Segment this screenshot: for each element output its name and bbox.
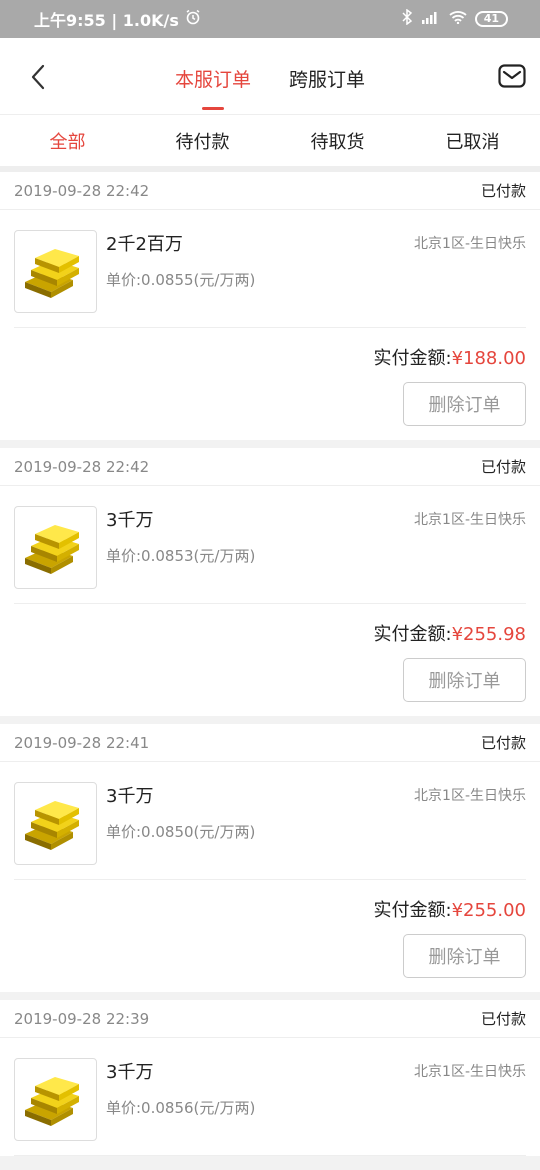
item-unit-price: 单价:0.0856(元/万两) xyxy=(106,1099,256,1117)
order-type-tabs: 本服订单 跨服订单 xyxy=(0,38,540,115)
order-status: 已付款 xyxy=(480,182,526,200)
mail-button[interactable] xyxy=(498,64,526,88)
back-button[interactable] xyxy=(26,62,50,92)
gold-bars-icon xyxy=(24,800,79,850)
delete-order-button[interactable]: 删除订单 xyxy=(403,382,526,426)
order-list: 2019-09-28 22:42 已付款 2千2百万 单价:0.0855(元/万… xyxy=(0,172,540,1156)
order-footer: 实付金额:¥255.00 删除订单 xyxy=(0,880,540,992)
item-thumbnail xyxy=(14,230,97,313)
order-time: 2019-09-28 22:42 xyxy=(14,457,150,476)
order-time: 2019-09-28 22:42 xyxy=(14,181,150,200)
order-total: 实付金额:¥255.98 xyxy=(373,620,526,646)
delete-order-button[interactable]: 删除订单 xyxy=(403,658,526,702)
order-status: 已付款 xyxy=(480,734,526,752)
order-item: 2千2百万 单价:0.0855(元/万两) 北京1区-生日快乐 xyxy=(14,210,526,328)
order-card[interactable]: 2019-09-28 22:42 已付款 2千2百万 单价:0.0855(元/万… xyxy=(0,172,540,440)
order-time: 2019-09-28 22:39 xyxy=(14,1009,150,1028)
item-server: 北京1区-生日快乐 xyxy=(414,1064,526,1080)
status-bar: 上午9:55 | 1.0K/s 41 xyxy=(0,0,540,38)
filter-tab-pending-payment[interactable]: 待付款 xyxy=(135,115,270,166)
top-navbar: 本服订单 跨服订单 xyxy=(0,38,540,115)
order-footer: 实付金额:¥188.00 删除订单 xyxy=(0,328,540,440)
filter-tab-pending-pickup[interactable]: 待取货 xyxy=(270,115,405,166)
delete-order-button[interactable]: 删除订单 xyxy=(403,934,526,978)
order-header: 2019-09-28 22:42 已付款 xyxy=(0,448,540,486)
order-total: 实付金额:¥255.00 xyxy=(373,896,526,922)
battery-indicator: 41 xyxy=(474,11,508,27)
tab-cross-server-orders[interactable]: 跨服订单 xyxy=(289,38,365,115)
order-card[interactable]: 2019-09-28 22:42 已付款 3千万 单价:0.0853(元/万两) xyxy=(0,448,540,716)
item-server: 北京1区-生日快乐 xyxy=(414,512,526,528)
item-unit-price: 单价:0.0850(元/万两) xyxy=(106,823,256,841)
signal-icon xyxy=(421,10,441,28)
filter-tab-cancelled[interactable]: 已取消 xyxy=(405,115,540,166)
item-name: 3千万 xyxy=(106,786,154,807)
total-amount: ¥255.98 xyxy=(451,624,526,645)
gold-bars-icon xyxy=(24,1076,79,1126)
status-filter-tabs: 全部 待付款 待取货 已取消 xyxy=(0,115,540,172)
order-card[interactable]: 2019-09-28 22:39 已付款 3千万 单价:0.0856(元/万两) xyxy=(0,1000,540,1156)
order-time: 2019-09-28 22:41 xyxy=(14,733,150,752)
chevron-left-icon xyxy=(31,64,45,90)
bluetooth-icon xyxy=(401,8,413,29)
total-amount: ¥255.00 xyxy=(451,900,526,921)
gold-bars-icon xyxy=(24,248,79,298)
alarm-icon xyxy=(185,9,201,29)
order-header: 2019-09-28 22:39 已付款 xyxy=(0,1000,540,1038)
status-time-speed: 上午9:55 | 1.0K/s xyxy=(34,11,179,30)
total-amount: ¥188.00 xyxy=(451,348,526,369)
item-name: 3千万 xyxy=(106,1062,154,1083)
order-status: 已付款 xyxy=(480,458,526,476)
item-server: 北京1区-生日快乐 xyxy=(414,788,526,804)
total-label: 实付金额: xyxy=(373,900,452,921)
order-item: 3千万 单价:0.0856(元/万两) 北京1区-生日快乐 xyxy=(14,1038,526,1156)
item-server: 北京1区-生日快乐 xyxy=(414,236,526,252)
total-label: 实付金额: xyxy=(373,624,452,645)
total-label: 实付金额: xyxy=(373,348,452,369)
item-unit-price: 单价:0.0855(元/万两) xyxy=(106,271,256,289)
order-item: 3千万 单价:0.0853(元/万两) 北京1区-生日快乐 xyxy=(14,486,526,604)
tab-local-server-orders[interactable]: 本服订单 xyxy=(175,38,251,115)
order-total: 实付金额:¥188.00 xyxy=(373,344,526,370)
item-unit-price: 单价:0.0853(元/万两) xyxy=(106,547,256,565)
item-thumbnail xyxy=(14,506,97,589)
wifi-icon xyxy=(449,10,467,28)
order-status: 已付款 xyxy=(480,1010,526,1028)
mail-icon xyxy=(498,64,526,88)
order-header: 2019-09-28 22:41 已付款 xyxy=(0,724,540,762)
order-footer: 实付金额:¥255.98 删除订单 xyxy=(0,604,540,716)
gold-bars-icon xyxy=(24,524,79,574)
order-header: 2019-09-28 22:42 已付款 xyxy=(0,172,540,210)
item-name: 2千2百万 xyxy=(106,234,183,255)
order-card[interactable]: 2019-09-28 22:41 已付款 3千万 单价:0.0850(元/万两) xyxy=(0,724,540,992)
item-name: 3千万 xyxy=(106,510,154,531)
item-thumbnail xyxy=(14,782,97,865)
filter-tab-all[interactable]: 全部 xyxy=(0,115,135,166)
order-item: 3千万 单价:0.0850(元/万两) 北京1区-生日快乐 xyxy=(14,762,526,880)
item-thumbnail xyxy=(14,1058,97,1141)
